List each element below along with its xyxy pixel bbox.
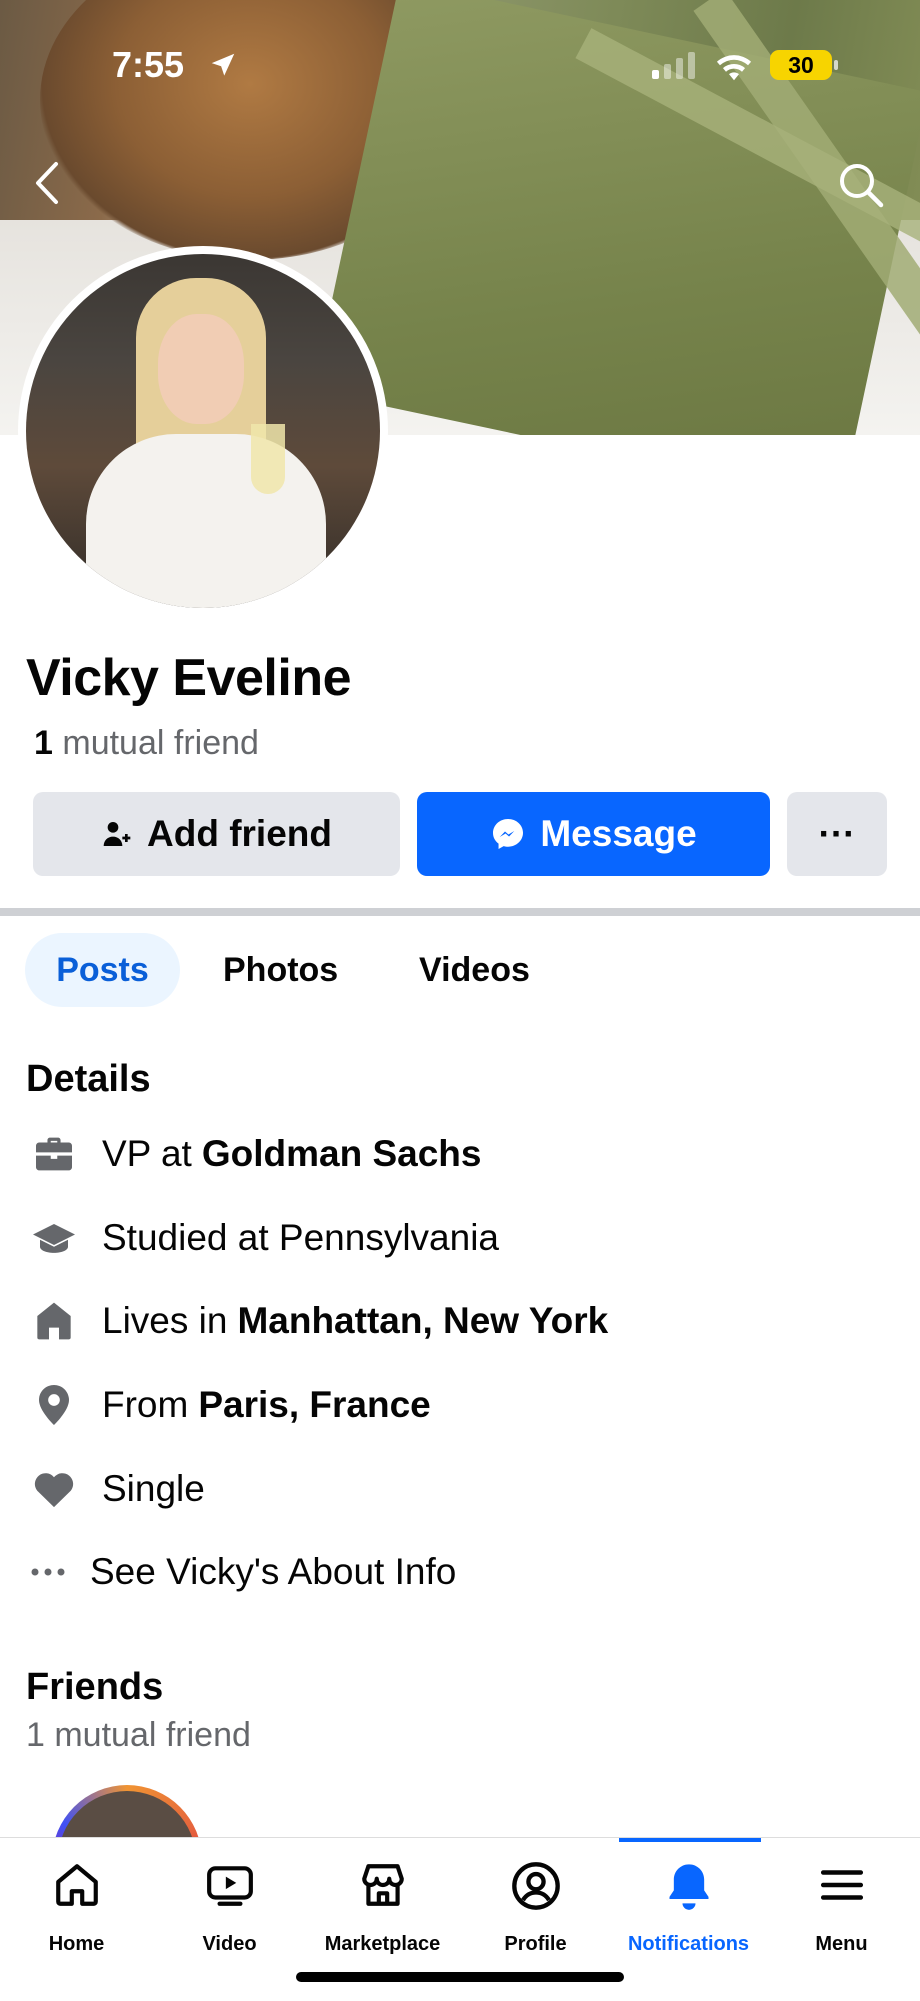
nav-home-label: Home xyxy=(48,1933,105,1955)
more-options-button[interactable]: ··· xyxy=(787,792,887,876)
nav-notifications[interactable]: Notifications xyxy=(612,1838,765,1968)
see-about-info-link[interactable]: See Vicky's About Info xyxy=(26,1542,456,1602)
bell-icon xyxy=(669,1864,708,1910)
mutual-label: mutual friend xyxy=(62,724,259,762)
tab-posts[interactable]: Posts xyxy=(25,933,180,1007)
home-indicator[interactable] xyxy=(296,1972,624,1982)
graduation-cap-icon xyxy=(32,1216,76,1260)
mutual-friends[interactable]: 1 mutual friend xyxy=(34,724,259,763)
friends-subtitle: 1 mutual friend xyxy=(26,1716,251,1754)
nav-notifications-label: Notifications xyxy=(627,1933,750,1955)
nav-marketplace[interactable]: Marketplace xyxy=(306,1838,459,1968)
battery-level: 30 xyxy=(788,52,814,78)
briefcase-icon xyxy=(32,1132,76,1176)
detail-work-company: Goldman Sachs xyxy=(201,1133,482,1174)
signal-icon xyxy=(652,52,695,79)
detail-relationship[interactable]: Single xyxy=(32,1459,205,1519)
location-pin-icon xyxy=(32,1383,76,1427)
nav-marketplace-label: Marketplace xyxy=(324,1933,441,1955)
nav-profile-label: Profile xyxy=(504,1933,567,1955)
detail-from-prefix: From xyxy=(102,1384,189,1425)
profile-name: Vicky Eveline xyxy=(26,649,352,707)
profile-avatar[interactable] xyxy=(18,246,388,616)
wifi-icon xyxy=(716,55,752,81)
add-friend-button[interactable]: Add friend xyxy=(33,792,400,876)
nav-profile[interactable]: Profile xyxy=(459,1838,612,1968)
more-options-label: ··· xyxy=(818,813,856,854)
home-icon xyxy=(55,1864,98,1906)
profile-photo xyxy=(26,254,380,608)
search-icon[interactable] xyxy=(836,160,886,210)
detail-relationship-text: Single xyxy=(102,1468,205,1509)
detail-education-text: Studied at Pennsylvania xyxy=(102,1217,499,1258)
detail-lives-place: Manhattan, New York xyxy=(237,1300,609,1341)
profile-icon xyxy=(511,1862,560,1910)
nav-video-label: Video xyxy=(202,1933,257,1955)
status-time: 7:55 xyxy=(112,44,185,85)
location-arrow-icon xyxy=(211,53,235,76)
detail-work-prefix: VP at xyxy=(102,1133,192,1174)
battery-icon: 30 xyxy=(770,50,838,80)
detail-work[interactable]: VP at Goldman Sachs xyxy=(32,1124,481,1184)
house-icon xyxy=(32,1299,76,1343)
detail-from-place: Paris, France xyxy=(198,1384,431,1425)
details-title: Details xyxy=(26,1058,151,1100)
tab-photos[interactable]: Photos xyxy=(223,933,338,1007)
section-divider xyxy=(0,908,920,916)
nav-home[interactable]: Home xyxy=(0,1838,153,1968)
detail-lives-prefix: Lives in xyxy=(102,1300,228,1341)
see-about-info-label: See Vicky's About Info xyxy=(90,1551,457,1592)
nav-menu-label: Menu xyxy=(815,1933,868,1955)
avatar-wine-glass xyxy=(251,424,285,494)
status-bar: 7:55 30 xyxy=(0,40,920,90)
detail-education[interactable]: Studied at Pennsylvania xyxy=(32,1208,499,1268)
avatar-body xyxy=(86,434,326,608)
detail-lives[interactable]: Lives in Manhattan, New York xyxy=(32,1291,608,1351)
add-friend-icon xyxy=(103,822,131,846)
video-icon xyxy=(206,1866,253,1906)
marketplace-icon xyxy=(361,1864,404,1906)
menu-icon xyxy=(820,1870,863,1900)
more-dots-icon xyxy=(26,1550,70,1594)
tab-videos[interactable]: Videos xyxy=(419,933,530,1007)
add-friend-label: Add friend xyxy=(147,813,332,854)
heart-icon xyxy=(32,1467,76,1511)
mutual-count: 1 xyxy=(34,724,53,762)
nav-menu[interactable]: Menu xyxy=(765,1838,918,1968)
message-label: Message xyxy=(540,813,697,854)
avatar-face xyxy=(158,314,244,424)
friends-title: Friends xyxy=(26,1666,164,1708)
nav-video[interactable]: Video xyxy=(153,1838,306,1968)
back-arrow-icon[interactable] xyxy=(28,158,68,208)
detail-from[interactable]: From Paris, France xyxy=(32,1375,431,1435)
messenger-icon xyxy=(493,819,524,849)
message-button[interactable]: Message xyxy=(417,792,770,876)
